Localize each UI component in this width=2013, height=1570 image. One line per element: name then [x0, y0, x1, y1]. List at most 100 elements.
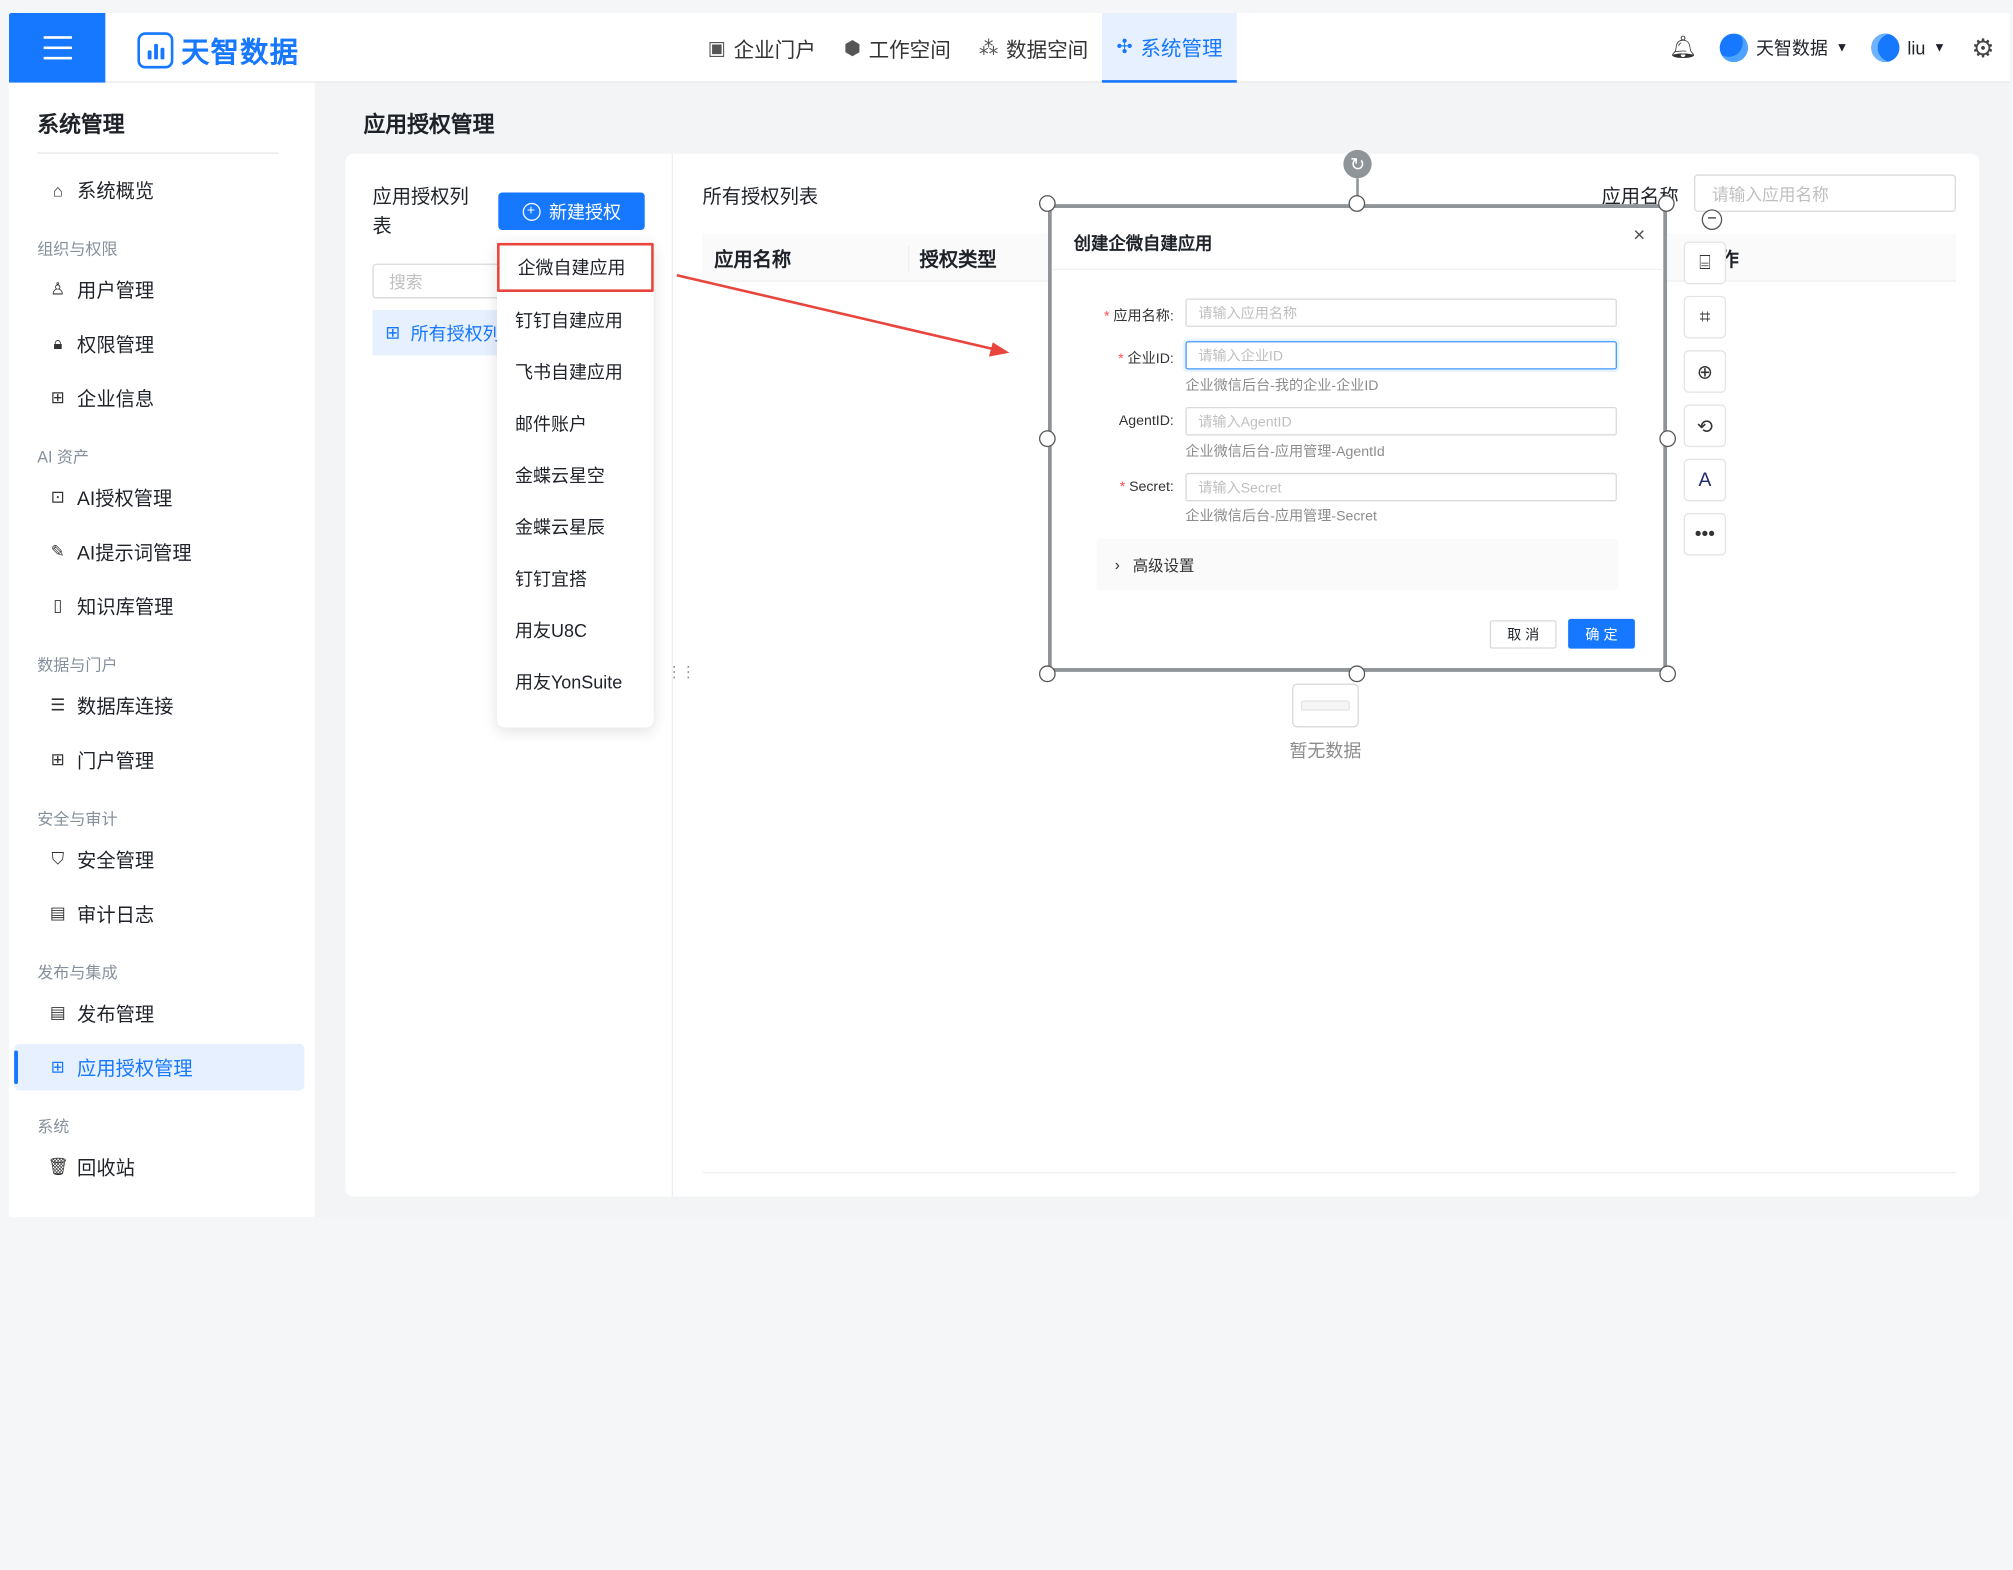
sidebar-item-db[interactable]: ☰ 数据库连接: [14, 682, 304, 729]
menu-item-feishu-app[interactable]: 飞书自建应用: [497, 346, 654, 398]
tab-label: 数据空间: [1006, 40, 1089, 63]
cancel-button[interactable]: 取 消: [1489, 620, 1557, 649]
top-bar: 天智数据 ▣ 企业门户 ⬢ 工作空间 ⁂ 数据空间 ✣ 系统管理 🔔︎ 天智数据 ▼ li…: [8, 12, 2010, 83]
resize-handle[interactable]: [1038, 665, 1056, 683]
menu-item-dingtalk-yida[interactable]: 钉钉宜搭: [497, 553, 654, 605]
ocr-icon[interactable]: A: [1683, 458, 1727, 502]
sidebar-item-knowledge[interactable]: ▯ 知识库管理: [14, 583, 304, 630]
resize-handle[interactable]: [1659, 430, 1677, 448]
sidebar-item-label: 企业信息: [77, 388, 155, 411]
resize-handle[interactable]: [1658, 195, 1675, 212]
corp-id-help: 企业微信后台-我的企业-企业ID: [1185, 378, 1379, 395]
main-nav: ▣ 企业门户 ⬢ 工作空间 ⁂ 数据空间 ✣ 系统管理: [694, 12, 1237, 83]
text-edit-icon[interactable]: ⌸: [1683, 241, 1727, 285]
sidebar-item-label: 应用授权管理: [77, 1057, 193, 1080]
app-name-field[interactable]: 请输入应用名称: [1185, 298, 1617, 327]
tab-label: 系统管理: [1140, 38, 1223, 61]
menu-toggle-button[interactable]: [8, 12, 106, 83]
tree-item-all[interactable]: ⊞ 所有授权列表: [372, 310, 501, 356]
agent-id-field[interactable]: 请输入AgentID: [1185, 407, 1617, 436]
sidebar-item-permissions[interactable]: 🔒︎ 权限管理: [14, 320, 304, 367]
sidebar-item-overview[interactable]: ⌂ 系统概览: [14, 167, 304, 214]
zoom-in-icon[interactable]: ⊕: [1683, 350, 1727, 393]
caret-down-icon: ▼: [1933, 40, 1946, 55]
sidebar-item-release[interactable]: ▤ 发布管理: [14, 990, 304, 1037]
lock-icon: 🔒︎: [53, 333, 63, 353]
chevron-right-icon: ›: [1114, 555, 1120, 574]
resize-handle[interactable]: [1659, 665, 1677, 683]
confirm-button[interactable]: 确 定: [1568, 618, 1635, 649]
grid-icon: ⊞: [385, 321, 401, 343]
sidebar-group-label: 系统: [37, 1117, 70, 1136]
user-menu[interactable]: liu ▼: [1871, 33, 1946, 63]
new-authorization-button[interactable]: + 新建授权: [498, 192, 645, 230]
menu-item-kingdee-xingchen[interactable]: 金蝶云星辰: [497, 501, 654, 553]
rotate-icon[interactable]: ⟲: [1683, 404, 1727, 448]
cluster-icon: ⁂: [979, 37, 999, 60]
menu-item-wecom-app[interactable]: 企微自建应用: [497, 242, 654, 293]
database-icon: ☰: [50, 695, 66, 715]
required-mark: *: [1104, 308, 1110, 325]
sidebar-item-app-auth[interactable]: ⊞ 应用授权管理: [14, 1044, 305, 1091]
menu-item-dingtalk-app[interactable]: 钉钉自建应用: [497, 295, 654, 347]
sidebar-item-label: 审计日志: [77, 903, 155, 926]
sidebar-group-label: 发布与集成: [37, 963, 118, 982]
zoom-out-icon[interactable]: −: [1701, 209, 1723, 230]
bell-icon[interactable]: 🔔︎: [1669, 35, 1697, 61]
menu-item-yonyou-u8c[interactable]: 用友U8C: [497, 605, 654, 657]
resize-handle[interactable]: [1348, 195, 1366, 212]
resize-handle[interactable]: [1038, 430, 1056, 448]
divider: [702, 1171, 1956, 1174]
sidebar-item-portal[interactable]: ⊞ 门户管理: [14, 736, 304, 783]
search-input[interactable]: 搜索: [372, 263, 501, 299]
user-name: liu: [1907, 37, 1926, 59]
label-text: Secret:: [1129, 479, 1174, 495]
close-icon[interactable]: ×: [1633, 225, 1645, 248]
book-icon: ▯: [53, 595, 63, 616]
resize-handle[interactable]: [1038, 195, 1056, 212]
tab-system-management[interactable]: ✣ 系统管理: [1102, 12, 1237, 83]
advanced-label: 高级设置: [1132, 556, 1195, 575]
menu-item-yonyou-yonsuite[interactable]: 用友YonSuite: [497, 656, 654, 708]
tab-enterprise-portal[interactable]: ▣ 企业门户: [694, 13, 830, 83]
sidebar-item-ai-auth[interactable]: ⊡ AI授权管理: [14, 474, 304, 521]
secret-field[interactable]: 请输入Secret: [1185, 472, 1617, 502]
sidebar-group-label: 安全与审计: [37, 810, 118, 829]
sidebar-item-security[interactable]: ⛉ 安全管理: [14, 836, 304, 883]
grid-icon: ⊞: [50, 387, 65, 408]
sidebar-item-enterprise[interactable]: ⊞ 企业信息: [14, 375, 304, 422]
app-name-filter-input[interactable]: 请输入应用名称: [1693, 174, 1956, 212]
sidebar-item-ai-prompt[interactable]: ✎ AI提示词管理: [14, 528, 304, 575]
sidebar-item-label: 用户管理: [77, 279, 155, 302]
modal-selection-frame[interactable]: 创建企微自建应用 × * 应用名称: 请输入应用名称 * 企业ID: 请输入企业ID…: [1047, 204, 1668, 672]
corp-id-field[interactable]: 请输入企业ID: [1185, 341, 1617, 370]
drag-handle-icon[interactable]: ⋮⋮: [667, 663, 697, 681]
tree-item-label: 所有授权列表: [410, 322, 501, 344]
sidebar-item-audit[interactable]: ▤ 审计日志: [14, 890, 304, 937]
release-icon: ▤: [49, 1002, 66, 1023]
menu-item-kingdee-xingkong[interactable]: 金蝶云星空: [497, 450, 654, 502]
tab-workspace[interactable]: ⬢ 工作空间: [830, 13, 965, 83]
new-authorization-dropdown: 企微自建应用 钉钉自建应用 飞书自建应用 邮件账户 金蝶云星空 金蝶云星辰 钉钉…: [497, 241, 654, 728]
sidebar-group-label: 组织与权限: [37, 240, 118, 259]
divider: [37, 152, 279, 154]
corp-id-label: * 企业ID:: [1052, 348, 1174, 369]
grid-icon: ⊞: [50, 1056, 65, 1077]
grid-icon: ✣: [1116, 36, 1133, 59]
advanced-settings-collapse[interactable]: › 高级设置: [1096, 538, 1619, 591]
sidebar-item-users[interactable]: ♙ 用户管理: [14, 266, 304, 313]
menu-item-mail-account[interactable]: 邮件账户: [497, 398, 654, 450]
resize-handle[interactable]: [1348, 665, 1366, 683]
org-switcher[interactable]: 天智数据 ▼: [1719, 33, 1848, 63]
crop-icon[interactable]: ⌗: [1683, 295, 1727, 339]
left-panel-title: 应用授权列表: [372, 186, 469, 238]
rotate-handle-icon[interactable]: ↻: [1343, 149, 1372, 179]
secret-label: * Secret:: [1052, 479, 1174, 495]
tab-data-space[interactable]: ⁂ 数据空间: [965, 13, 1102, 83]
more-icon[interactable]: •••: [1683, 512, 1727, 556]
app-logo[interactable]: 天智数据: [137, 30, 299, 71]
sidebar-item-recycle[interactable]: 🗑︎ 回收站: [14, 1144, 304, 1191]
sidebar-item-label: 知识库管理: [77, 596, 174, 619]
empty-text: 暂无数据: [1289, 740, 1362, 762]
gear-icon[interactable]: ⚙: [1971, 32, 1994, 64]
